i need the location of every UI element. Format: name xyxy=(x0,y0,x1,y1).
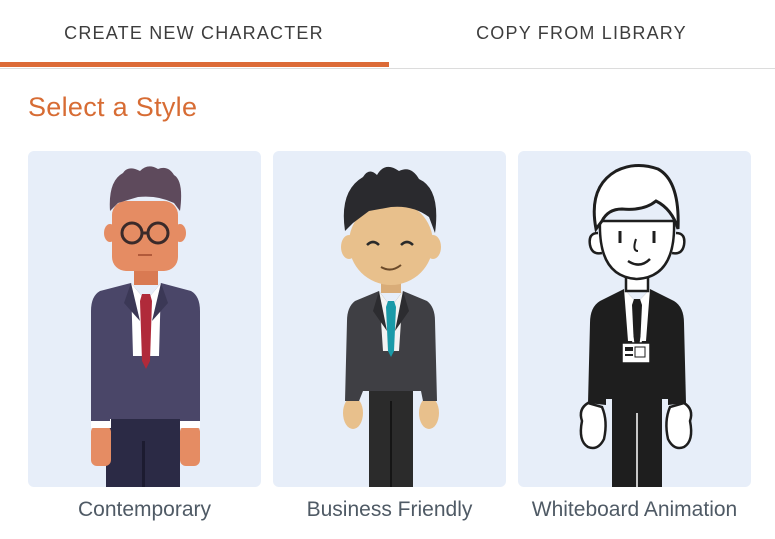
style-label-business-friendly[interactable]: Business Friendly xyxy=(273,498,506,522)
whiteboard-character-icon xyxy=(579,164,693,487)
tab-copy-from-library[interactable]: COPY FROM LIBRARY xyxy=(388,0,775,66)
style-card-contemporary[interactable] xyxy=(28,151,261,487)
select-style-heading: Select a Style xyxy=(28,92,198,122)
contemporary-character-icon xyxy=(91,166,200,487)
style-card-business-friendly[interactable] xyxy=(273,151,506,487)
style-label-contemporary[interactable]: Contemporary xyxy=(28,498,261,522)
business-friendly-character-icon xyxy=(341,166,441,487)
style-card-whiteboard-animation[interactable] xyxy=(518,151,751,487)
active-tab-indicator xyxy=(0,62,389,67)
style-label-whiteboard-animation[interactable]: Whiteboard Animation xyxy=(518,498,751,522)
style-tabs: CREATE NEW CHARACTER COPY FROM LIBRARY xyxy=(0,0,775,69)
tab-create-new-character[interactable]: CREATE NEW CHARACTER xyxy=(0,0,388,66)
